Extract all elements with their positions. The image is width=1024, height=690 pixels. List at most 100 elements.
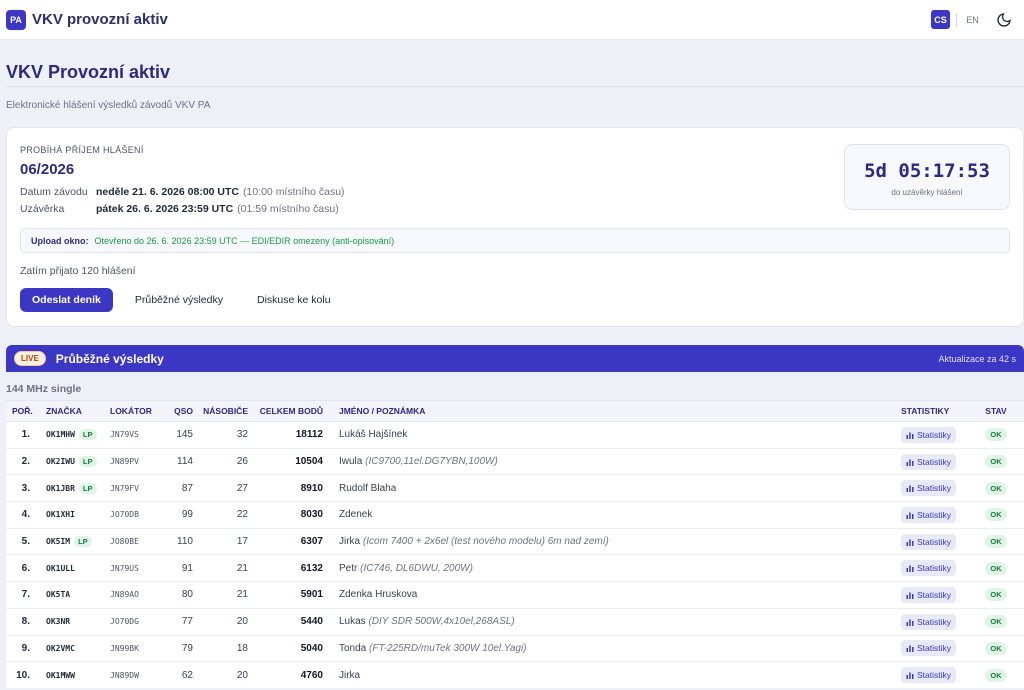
- row-note: (DIY SDR 500W,4x10el,268ASL): [368, 616, 515, 628]
- row-locator: JN79VS: [110, 430, 139, 440]
- row-points: 18112: [295, 429, 323, 441]
- row-multipliers: 27: [236, 482, 248, 494]
- received-count: Zatím přijato 120 hlášení: [20, 265, 136, 277]
- status-badge: OK: [985, 641, 1007, 655]
- results-table: POŘ. ZNAČKA LOKÁTOR QSO NÁSOBIČE CELKEM …: [6, 400, 1024, 689]
- live-badge: LIVE: [14, 351, 46, 366]
- lang-cs-button[interactable]: CS: [931, 10, 950, 29]
- table-body: 1. OK1MHW LP JN79VS 145 32 18112 Lukáš Hajšínek…: [6, 422, 1024, 689]
- row-callsign[interactable]: OK5IM: [46, 537, 70, 546]
- statistics-button-label: Statistiky: [917, 643, 952, 654]
- table-row[interactable]: 4. OK1XHI JO70DB 99 22 8030 Zdenek Statistiky OK: [6, 502, 1024, 529]
- results-link[interactable]: Průběžné výsledky: [123, 288, 235, 312]
- row-callsign-cell: OK1ULL: [34, 564, 110, 573]
- row-locator: JN89AO: [110, 590, 139, 600]
- row-name-cell: Jirka (Icom 7400 + 2x6el (test nového mo…: [323, 536, 901, 547]
- row-name: Rudolf Blaha: [339, 482, 397, 494]
- upload-window-value: Otevřeno do 26. 6. 2026 23:59 UTC — EDI/…: [94, 235, 395, 246]
- row-callsign[interactable]: OK1XHI: [46, 510, 75, 519]
- statistics-button[interactable]: Statistiky: [901, 613, 957, 630]
- statistics-button-label: Statistiky: [917, 670, 952, 681]
- table-row[interactable]: 1. OK1MHW LP JN79VS 145 32 18112 Lukáš Hajšínek…: [6, 422, 1024, 449]
- contest-round: 06/2026: [20, 161, 75, 178]
- statistics-button[interactable]: Statistiky: [901, 480, 957, 497]
- statistics-button[interactable]: Statistiky: [901, 667, 957, 684]
- col-call-header[interactable]: ZNAČKA: [34, 406, 110, 416]
- row-qso: 91: [181, 562, 193, 574]
- countdown-label: do uzávěrky hlášení: [891, 188, 963, 197]
- table-row[interactable]: 10. OK1MWW JN89DW 62 20 4760 Jirka Statistiky OK: [6, 662, 1024, 689]
- row-callsign-cell: OK5IM LP: [34, 536, 110, 548]
- contest-card: PROBÍHÁ PŘÍJEM HLÁŠENÍ 06/2026 Datum záv…: [6, 127, 1024, 327]
- row-qso: 79: [181, 642, 193, 654]
- statistics-button[interactable]: Statistiky: [901, 426, 957, 443]
- row-callsign-cell: OK5TA: [34, 590, 110, 599]
- lp-badge: LP: [78, 482, 97, 494]
- row-state-cell: OK: [978, 428, 1014, 442]
- col-pos-header[interactable]: POŘ.: [6, 406, 34, 416]
- row-locator-cell: JN79VS: [110, 429, 162, 440]
- row-stat-cell: Statistiky: [901, 426, 978, 443]
- table-row[interactable]: 2. OK2IWU LP JN89PV 114 26 10504 Iwula (IC9700,…: [6, 449, 1024, 476]
- statistics-button[interactable]: Statistiky: [901, 533, 957, 550]
- col-name-header[interactable]: JMÉNO / POZNÁMKA: [323, 406, 901, 416]
- row-note: (Icom 7400 + 2x6el (test nového modelu) …: [362, 536, 609, 548]
- row-callsign[interactable]: OK5TA: [46, 590, 70, 599]
- page-subtitle: Elektronické hlášení výsledků závodů VKV…: [6, 100, 211, 111]
- status-badge: OK: [985, 588, 1007, 602]
- row-qso: 87: [181, 482, 193, 494]
- app-title[interactable]: VKV provozní aktiv: [32, 11, 168, 28]
- statistics-button-label: Statistiky: [917, 456, 952, 467]
- statistics-button[interactable]: Statistiky: [901, 560, 957, 577]
- row-name: Petr: [339, 562, 358, 574]
- col-loc-header[interactable]: LOKÁTOR: [110, 406, 162, 416]
- table-row[interactable]: 9. OK2VMC JN99BK 79 18 5040 Tonda (FT-225RD/mu…: [6, 636, 1024, 663]
- upload-window-label: Upload okno:: [31, 235, 89, 246]
- row-callsign[interactable]: OK1ULL: [46, 564, 75, 573]
- moon-icon[interactable]: [996, 12, 1012, 28]
- statistics-button-label: Statistiky: [917, 509, 952, 520]
- row-callsign[interactable]: OK1MHW: [46, 430, 75, 439]
- row-callsign[interactable]: OK3NR: [46, 617, 70, 626]
- bar-chart-icon: [906, 645, 914, 653]
- statistics-button[interactable]: Statistiky: [901, 640, 957, 657]
- row-points: 8030: [300, 509, 323, 521]
- row-callsign-cell: OK1MWW: [34, 671, 110, 680]
- contest-actions: Odeslat deník Průběžné výsledky Diskuse …: [20, 288, 343, 312]
- col-pts-header[interactable]: CELKEM BODŮ: [248, 406, 323, 416]
- contest-status: PROBÍHÁ PŘÍJEM HLÁŠENÍ: [20, 145, 144, 155]
- table-row[interactable]: 7. OK5TA JN89AO 80 21 5901 Zdenka Hruskova Stat…: [6, 582, 1024, 609]
- row-position: 7.: [21, 589, 30, 601]
- row-locator-cell: JN79FV: [110, 483, 162, 494]
- row-callsign-cell: OK1MHW LP: [34, 429, 110, 441]
- statistics-button-label: Statistiky: [917, 563, 952, 574]
- row-callsign[interactable]: OK2IWU: [46, 457, 75, 466]
- app-logo[interactable]: PA: [6, 9, 26, 30]
- row-callsign-cell: OK1JBR LP: [34, 482, 110, 494]
- title-divider: [6, 86, 1024, 87]
- table-row[interactable]: 8. OK3NR JO70DG 77 20 5440 Lukas (DIY SDR 500W…: [6, 609, 1024, 636]
- lang-en-button[interactable]: EN: [963, 10, 982, 29]
- row-points: 5040: [300, 642, 323, 654]
- category-title: 144 MHz single: [6, 383, 82, 395]
- col-qso-header[interactable]: QSO: [162, 406, 193, 416]
- status-badge: OK: [985, 561, 1007, 575]
- row-note: (IC746, DL6DWU, 200W): [360, 562, 473, 574]
- statistics-button[interactable]: Statistiky: [901, 506, 957, 523]
- submit-log-button[interactable]: Odeslat deník: [20, 288, 113, 312]
- statistics-button[interactable]: Statistiky: [901, 586, 957, 603]
- row-callsign[interactable]: OK2VMC: [46, 644, 75, 653]
- table-row[interactable]: 5. OK5IM LP JO80BE 110 17 6307 Jirka (Icom 7400…: [6, 529, 1024, 556]
- statistics-button[interactable]: Statistiky: [901, 453, 957, 470]
- row-stat-cell: Statistiky: [901, 506, 978, 523]
- row-name: Jirka: [339, 536, 361, 548]
- row-name: Tonda: [339, 642, 367, 654]
- discussion-link[interactable]: Diskuse ke kolu: [245, 288, 343, 312]
- table-row[interactable]: 3. OK1JBR LP JN79FV 87 27 8910 Rudolf Blaha Stat…: [6, 475, 1024, 503]
- table-row[interactable]: 6. OK1ULL JN79US 91 21 6132 Petr (IC746, DL6DW…: [6, 555, 1024, 583]
- statistics-button-label: Statistiky: [917, 616, 952, 627]
- row-callsign[interactable]: OK1JBR: [46, 484, 75, 493]
- col-mult-header[interactable]: NÁSOBIČE: [193, 406, 248, 416]
- row-callsign[interactable]: OK1MWW: [46, 671, 75, 680]
- status-badge: OK: [985, 615, 1007, 629]
